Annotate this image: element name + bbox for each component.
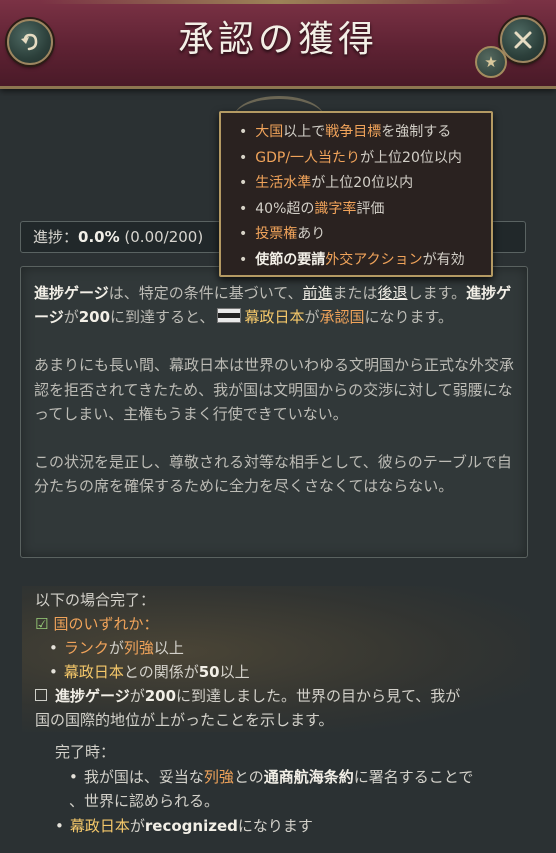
rank-term[interactable]: ランク — [64, 639, 109, 657]
progress-label: 進捗： — [33, 228, 79, 246]
checkmark-icon: ☑ — [35, 615, 49, 633]
text: に到達しました。世界の目から見て、我が — [176, 687, 461, 705]
text: が — [63, 308, 79, 327]
text: が — [108, 639, 124, 657]
tooltip-text: あり — [297, 226, 326, 242]
text: または — [332, 284, 378, 302]
text: 国のいずれか： — [53, 615, 159, 633]
text: recognized — [144, 817, 238, 835]
effect-recognized: • 幕政日本がrecognizedになります — [55, 814, 313, 838]
great-power-term[interactable]: 列強 — [204, 768, 234, 786]
country-link[interactable]: 幕政日本 — [64, 663, 124, 681]
text: との関係が — [123, 663, 199, 681]
condition-gauge-cont: 国の国際的地位が上がったことを示します。 — [35, 711, 334, 729]
text: 200 — [144, 687, 177, 705]
gauge-term[interactable]: 進捗ゲージ — [34, 284, 109, 302]
tooltip-item: 40%超の識字率評価 — [239, 197, 481, 223]
progress-detail: (0.00/200) — [124, 228, 204, 246]
text: 以上 — [219, 663, 250, 681]
tooltip-item: GDP/一人当たりが上位20位以内 — [239, 146, 481, 172]
title-bar: 承認の獲得 — [0, 0, 556, 89]
progress-percent: 0.0% — [78, 228, 120, 246]
bullet: • — [49, 663, 58, 681]
text: 我が国は、妥当な — [83, 768, 204, 786]
tooltip-text: が有効 — [422, 251, 465, 268]
description-panel: 進捗ゲージは、特定の条件に基づいて、前進または後退します。進捗ゲージが200に到… — [20, 266, 528, 558]
requirements-tooltip: 大国以上で戦争目標を強制するGDP/一人当たりが上位20位以内生活水準が上位20… — [219, 111, 493, 277]
tooltip-term[interactable]: 投票権 — [255, 226, 297, 242]
gauge-term[interactable]: 進捗ゲージ — [55, 687, 130, 705]
condition-gauge: 進捗ゲージが200に到達しました。世界の目から見て、我が — [35, 684, 460, 708]
tooltip-text: 以上で — [283, 124, 326, 140]
country-link[interactable]: 幕政日本 — [70, 817, 130, 835]
tooltip-term[interactable]: 使節の要請 — [255, 252, 325, 268]
star-icon: ★ — [484, 53, 498, 71]
description-paragraph-3: この状況を是正し、尊敬される対等な相手として、彼らのテーブルで自分たちの席を確保… — [34, 453, 512, 496]
close-x-icon — [514, 31, 532, 49]
recognized-term[interactable]: 承認国 — [319, 308, 364, 326]
panel-title: 承認の獲得 — [177, 19, 378, 60]
tooltip-item: 投票権あり — [239, 222, 481, 248]
tooltip-text: 40%超の — [255, 200, 315, 217]
text: は、特定の条件に基づいて、 — [108, 284, 303, 302]
text: が — [129, 817, 145, 835]
condition-rank: • ランクが列強以上 — [49, 636, 184, 660]
tooltip-term[interactable]: 識字率 — [314, 201, 356, 217]
effect-treaty-cont: 、世界に認められる。 — [69, 792, 220, 810]
undo-arrow-icon — [21, 33, 38, 51]
tooltip-text: が上位20位以内 — [311, 175, 414, 191]
tooltip-text: 評価 — [356, 200, 385, 217]
bullet: • — [69, 768, 78, 786]
bullet: • — [55, 817, 64, 835]
treaty-term[interactable]: 通商航海条約 — [264, 768, 354, 786]
country-link[interactable]: 幕政日本 — [244, 308, 304, 326]
text: との — [233, 768, 264, 786]
tooltip-term[interactable]: 大国 — [255, 124, 283, 140]
tooltip-text: を強制する — [381, 124, 452, 140]
tooltip-term[interactable]: GDP/一人当たり — [255, 150, 360, 166]
back-button[interactable] — [7, 19, 53, 65]
effect-treaty: • 我が国は、妥当な列強との通商航海条約に署名することで — [69, 765, 473, 789]
tooltip-term[interactable]: 生活水準 — [255, 175, 311, 191]
tooltip-text: が上位20位以内 — [360, 149, 462, 166]
text: 50 — [198, 663, 220, 681]
advance-term[interactable]: 前進 — [303, 284, 333, 302]
tooltip-item: 使節の要請外交アクションが有効 — [239, 248, 481, 274]
tokugawa-flag-icon — [217, 308, 242, 324]
conditions-header: 以下の場合完了： — [35, 591, 156, 609]
bullet: • — [49, 639, 58, 657]
tooltip-item: 生活水準が上位20位以内 — [239, 171, 481, 197]
on-complete-header: 完了時： — [55, 743, 116, 761]
great-power-term[interactable]: 列強 — [124, 639, 154, 657]
text: に署名することで — [353, 768, 474, 786]
retreat-term[interactable]: 後退 — [378, 284, 408, 302]
condition-any-country: ☑ 国のいずれか： — [35, 612, 158, 636]
text: に到達すると、 — [110, 308, 215, 327]
description-paragraph-2: あまりにも長い間、幕政日本は世界のいわゆる文明国から正式な外交承認を拒否されてき… — [34, 356, 515, 423]
text: が — [304, 308, 320, 327]
favorite-star-button[interactable]: ★ — [475, 46, 507, 78]
completion-conditions: 以下の場合完了： ☑ 国のいずれか： • ランクが列強以上 • 幕政日本との関係が50… — [22, 586, 530, 732]
text: します。 — [407, 284, 467, 302]
target-value: 200 — [78, 308, 111, 327]
text: が — [129, 687, 145, 705]
close-button[interactable] — [500, 17, 546, 63]
text: になります。 — [364, 308, 453, 327]
tooltip-term[interactable]: 外交アクション — [325, 252, 422, 268]
text: になります — [237, 817, 313, 835]
tooltip-item: 大国以上で戦争目標を強制する — [239, 120, 481, 146]
tooltip-term[interactable]: 戦争目標 — [325, 124, 381, 140]
text: 以上 — [153, 639, 184, 657]
description-paragraph-1: 進捗ゲージは、特定の条件に基づいて、前進または後退します。進捗ゲージが200に到… — [34, 281, 515, 329]
condition-relations: • 幕政日本との関係が50以上 — [49, 660, 250, 684]
empty-checkbox-icon — [35, 689, 47, 701]
